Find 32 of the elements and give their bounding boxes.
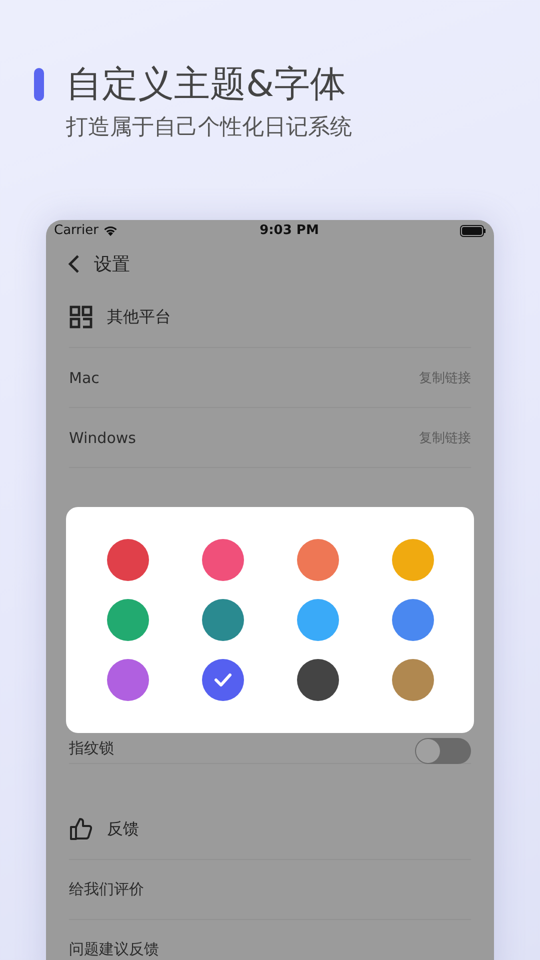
color-swatch[interactable] bbox=[106, 539, 148, 581]
toggle-switch[interactable] bbox=[415, 738, 471, 764]
subheadline: 打造属于自己个性化日记系统 bbox=[66, 114, 352, 142]
color-swatch[interactable] bbox=[202, 539, 244, 581]
settings-item[interactable]: Windows bbox=[69, 428, 136, 446]
color-swatch[interactable] bbox=[296, 599, 338, 641]
section-title: 反馈 bbox=[107, 818, 139, 840]
settings-item[interactable]: Mac bbox=[69, 368, 100, 386]
color-swatch[interactable] bbox=[392, 659, 434, 701]
color-swatch[interactable] bbox=[202, 599, 244, 641]
check-icon bbox=[214, 673, 232, 687]
settings-item[interactable]: 给我们评价 bbox=[69, 880, 144, 899]
thumbs-up-icon bbox=[69, 817, 93, 841]
accent-bar bbox=[34, 68, 44, 101]
color-swatch[interactable] bbox=[392, 539, 434, 581]
carrier-label: Carrier bbox=[54, 223, 98, 238]
color-swatch[interactable] bbox=[106, 659, 148, 701]
page-title: 设置 bbox=[94, 253, 130, 276]
back-icon[interactable] bbox=[68, 254, 80, 274]
battery-icon bbox=[460, 224, 486, 237]
color-swatch[interactable] bbox=[392, 599, 434, 641]
wifi-icon bbox=[103, 225, 118, 236]
color-swatch[interactable] bbox=[296, 539, 338, 581]
color-swatch[interactable] bbox=[106, 599, 148, 641]
settings-item: 指纹锁 bbox=[69, 739, 114, 758]
section-title: 其他平台 bbox=[107, 306, 171, 328]
headline: 自定义主题&字体 bbox=[66, 63, 348, 107]
status-time: 9:03 PM bbox=[260, 223, 319, 238]
settings-item[interactable]: 问题建议反馈 bbox=[69, 940, 159, 959]
grid-icon bbox=[69, 305, 93, 329]
color-swatch[interactable] bbox=[202, 659, 244, 701]
color-swatch[interactable] bbox=[296, 659, 338, 701]
